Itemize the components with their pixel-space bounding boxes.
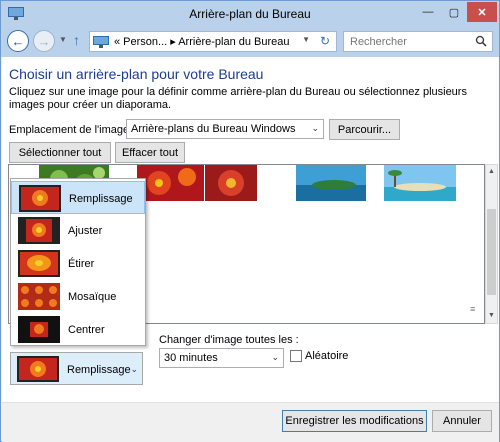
breadcrumb[interactable]: « Person... ▸ Arrière-plan du Bureau <box>114 35 290 48</box>
scroll-down-icon[interactable]: ▼ <box>486 309 497 323</box>
control-panel-icon <box>93 35 109 48</box>
arrow-up-icon: ↑ <box>73 32 80 48</box>
picture-position-select[interactable]: Remplissage ⌄ <box>10 352 143 385</box>
up-button[interactable]: ↑ <box>73 32 80 48</box>
browse-button[interactable]: Parcourir... <box>329 119 400 140</box>
page-title: Choisir un arrière-plan pour votre Burea… <box>9 66 264 82</box>
location-value: Arrière-plans du Bureau Windows <box>131 123 296 135</box>
picture-position-value: Remplissage <box>67 364 131 376</box>
fill-preview-icon <box>19 185 61 212</box>
arrow-left-icon: ← <box>11 33 25 49</box>
tile-preview-icon <box>18 283 60 310</box>
title-bar: Arrière-plan du Bureau — ▢ ✕ <box>1 1 499 27</box>
select-all-button[interactable]: Sélectionner tout <box>9 142 111 163</box>
change-interval-value: 30 minutes <box>164 352 218 364</box>
menu-item-label: Centrer <box>68 324 105 336</box>
wallpaper-thumbnail[interactable] <box>205 165 257 201</box>
location-select[interactable]: Arrière-plans du Bureau Windows ⌄ <box>126 119 324 139</box>
grip-icon: ≡ <box>470 304 476 314</box>
save-changes-button[interactable]: Enregistrer les modifications <box>282 410 427 432</box>
close-button[interactable]: ✕ <box>467 2 497 22</box>
gallery-scrollbar[interactable]: ▲ ▼ <box>485 164 498 324</box>
refresh-icon[interactable]: ↻ <box>320 34 330 48</box>
shuffle-label[interactable]: Aléatoire <box>305 350 348 362</box>
back-button[interactable]: ← <box>7 30 29 52</box>
search-box[interactable] <box>343 31 493 52</box>
wallpaper-thumbnail[interactable] <box>296 165 366 201</box>
menu-item-tile[interactable]: Mosaïque <box>11 280 145 313</box>
menu-item-label: Étirer <box>68 258 95 270</box>
stretch-preview-icon <box>18 250 60 277</box>
menu-item-center[interactable]: Centrer <box>11 313 145 346</box>
menu-item-fit[interactable]: Ajuster <box>11 214 145 247</box>
fill-preview-icon <box>17 356 59 382</box>
shuffle-checkbox[interactable] <box>290 350 302 362</box>
chevron-down-icon: ⌄ <box>130 364 138 374</box>
chevron-down-icon: ⌄ <box>311 123 319 133</box>
change-interval-label: Changer d'image toutes les : <box>159 334 299 346</box>
change-interval-select[interactable]: 30 minutes ⌄ <box>159 348 284 368</box>
forward-button[interactable]: → <box>33 30 55 52</box>
menu-item-label: Mosaïque <box>68 291 117 303</box>
cancel-button[interactable]: Annuler <box>432 410 492 432</box>
picture-position-menu[interactable]: Remplissage Ajuster Étirer Mosaïque Cent… <box>10 178 146 346</box>
minimize-button[interactable]: — <box>415 2 441 22</box>
clear-all-button[interactable]: Effacer tout <box>115 142 185 163</box>
page-description: Cliquez sur une image pour la définir co… <box>9 86 467 111</box>
navigation-bar: ← → ▼ ↑ « Person... ▸ Arrière-plan du Bu… <box>1 27 499 57</box>
desktop-background-window: Arrière-plan du Bureau — ▢ ✕ ← → ▼ ↑ « P… <box>0 0 500 442</box>
recent-pages-dropdown[interactable]: ▼ <box>59 35 67 44</box>
menu-item-label: Remplissage <box>69 193 133 205</box>
maximize-button[interactable]: ▢ <box>441 2 467 22</box>
wallpaper-thumbnail[interactable] <box>137 165 204 201</box>
search-icon[interactable] <box>475 35 487 47</box>
chevron-down-icon[interactable]: ▼ <box>302 35 310 44</box>
menu-item-fill[interactable]: Remplissage <box>11 181 145 214</box>
wallpaper-thumbnail[interactable] <box>384 165 456 201</box>
fit-preview-icon <box>18 217 60 244</box>
location-label: Emplacement de l'image : <box>9 124 136 136</box>
center-preview-icon <box>18 316 60 343</box>
menu-item-label: Ajuster <box>68 225 103 237</box>
scroll-up-icon[interactable]: ▲ <box>486 165 497 179</box>
chevron-down-icon: ⌄ <box>271 352 279 362</box>
address-bar[interactable]: « Person... ▸ Arrière-plan du Bureau ▼ ↻ <box>89 31 337 52</box>
scrollbar-thumb[interactable] <box>487 209 496 295</box>
search-input[interactable] <box>344 32 470 51</box>
arrow-right-icon: → <box>37 33 51 49</box>
menu-item-stretch[interactable]: Étirer <box>11 247 145 280</box>
